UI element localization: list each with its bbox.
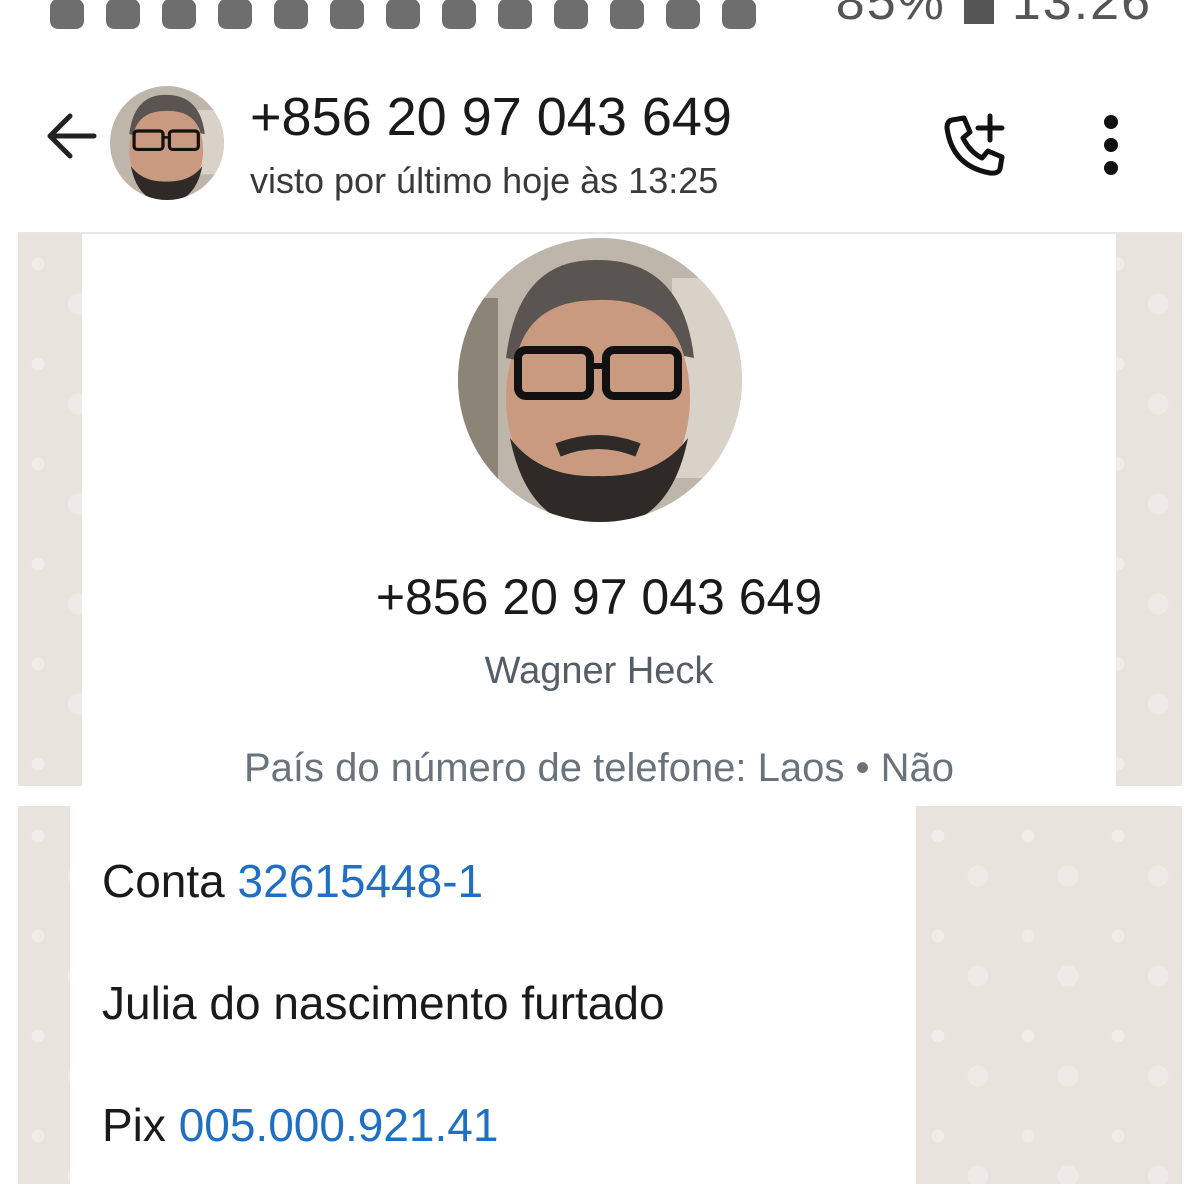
more-options-button[interactable]: [1086, 112, 1136, 178]
notification-icon: [50, 0, 84, 29]
message-line-name: Julia do nascimento furtado: [102, 977, 665, 1029]
add-call-icon: [944, 113, 1005, 176]
avatar-photo: [110, 86, 224, 200]
notification-icon: [274, 0, 308, 29]
notification-icon: [218, 0, 252, 29]
status-bar: 85% 13:26: [0, 0, 1200, 40]
message-line-pix: Pix 005.000.921.41: [102, 1098, 498, 1152]
notification-icon: [106, 0, 140, 29]
message-line-account: Conta 32615448-1: [102, 854, 483, 908]
notification-icon: [554, 0, 588, 29]
avatar-photo: [458, 238, 742, 522]
pix-label: Pix: [102, 1099, 166, 1151]
pix-key-link[interactable]: 005.000.921.41: [179, 1099, 499, 1151]
contact-avatar[interactable]: [110, 86, 224, 200]
message-bubble[interactable]: Conta 32615448-1 Julia do nascimento fur…: [70, 806, 916, 1184]
notification-icon: [162, 0, 196, 29]
last-seen-status: visto por último hoje às 13:25: [250, 160, 719, 201]
arrow-left-icon: [47, 113, 97, 159]
contact-push-name: Wagner Heck: [484, 650, 714, 692]
battery-icon: [963, 0, 994, 24]
clock: 13:26: [1011, 0, 1152, 31]
contact-phone-number: +856 20 97 043 649: [375, 569, 823, 625]
notification-icon: [610, 0, 644, 29]
contact-title[interactable]: +856 20 97 043 649: [250, 86, 732, 148]
notification-icon: [330, 0, 364, 29]
notification-icons: [50, 0, 756, 34]
notification-icon: [666, 0, 700, 29]
more-vert-icon: [1104, 115, 1118, 175]
notification-icon: [722, 0, 756, 29]
phone-country-info: País do número de telefone: Laos • Não: [243, 746, 955, 786]
notification-icon: [442, 0, 476, 29]
back-button[interactable]: [42, 106, 102, 166]
battery-percent: 85%: [835, 0, 946, 31]
contact-info-card: +856 20 97 043 649 Wagner Heck País do n…: [82, 234, 1116, 786]
notification-icon: [386, 0, 420, 29]
chat-header: +856 20 97 043 649 visto por último hoje…: [18, 40, 1182, 234]
account-label: Conta: [102, 855, 225, 907]
add-call-button[interactable]: [940, 110, 1010, 180]
contact-avatar-large[interactable]: [458, 238, 742, 522]
account-number-link[interactable]: 32615448-1: [238, 855, 484, 907]
notification-icon: [498, 0, 532, 29]
